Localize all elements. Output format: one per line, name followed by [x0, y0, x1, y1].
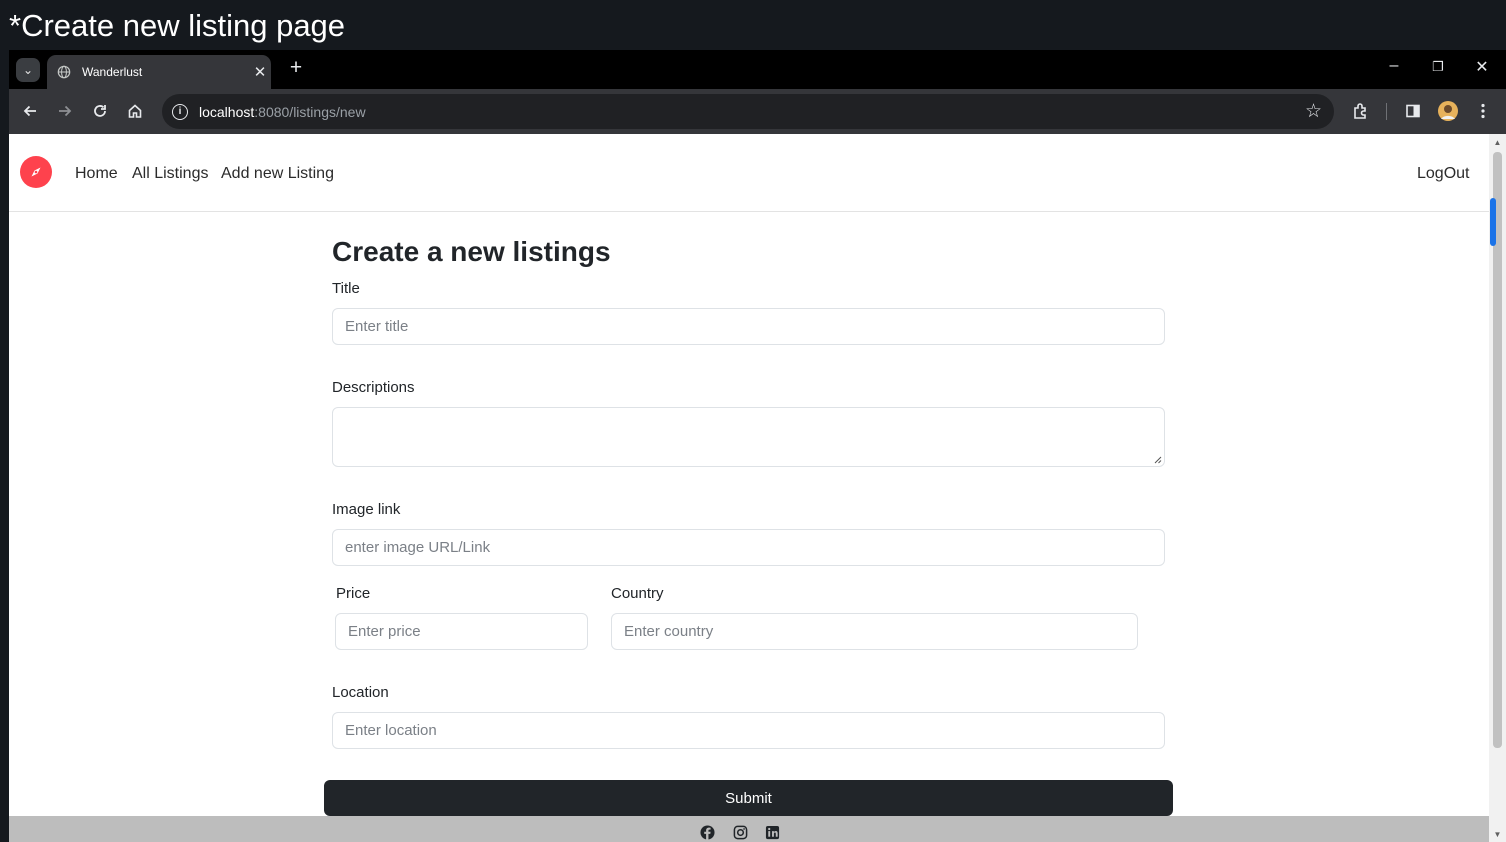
address-bar[interactable]: i localhost :8080/listings/new ☆	[162, 94, 1334, 129]
back-icon[interactable]	[18, 99, 42, 123]
home-icon[interactable]	[123, 99, 147, 123]
nav-link-add-new-listing[interactable]: Add new Listing	[221, 165, 334, 183]
url-host: localhost	[199, 103, 255, 120]
nav-link-all-listings[interactable]: All Listings	[132, 165, 208, 183]
country-input[interactable]: Enter country	[611, 613, 1138, 650]
location-label: Location	[332, 684, 389, 701]
toolbar-divider	[1386, 103, 1387, 120]
tab-close-icon[interactable]: ✕	[249, 63, 271, 81]
browser-window: ⌄ Wanderlust ✕ + – ❐ ✕ i localhost:8080…	[9, 50, 1506, 842]
profile-avatar[interactable]	[1436, 99, 1460, 123]
tab-strip: ⌄ Wanderlust ✕ + – ❐ ✕	[9, 50, 1506, 89]
page-title: Create a new listings	[332, 236, 611, 267]
tab-search-button[interactable]: ⌄	[16, 58, 40, 82]
facebook-icon[interactable]	[700, 825, 715, 840]
browser-toolbar: i localhost :8080/listings/new ☆	[9, 89, 1506, 134]
side-panel-icon[interactable]	[1401, 99, 1425, 123]
price-input[interactable]: Enter price	[335, 613, 588, 650]
scroll-up-arrow-icon[interactable]: ▲	[1493, 138, 1502, 147]
price-label: Price	[336, 585, 371, 602]
compass-logo-icon[interactable]	[20, 156, 52, 188]
linkedin-icon[interactable]	[765, 825, 780, 840]
logout-link[interactable]: LogOut	[1417, 165, 1469, 183]
extensions-icon[interactable]	[1349, 99, 1373, 123]
globe-icon	[57, 65, 71, 79]
reload-icon[interactable]	[88, 99, 112, 123]
resize-handle-icon[interactable]	[1154, 456, 1162, 464]
description-textarea[interactable]	[332, 407, 1165, 467]
new-tab-button[interactable]: +	[285, 56, 307, 80]
scroll-position-indicator	[1490, 198, 1496, 246]
url-path: :8080/listings/new	[254, 103, 366, 120]
minimize-button[interactable]: –	[1379, 57, 1409, 75]
title-label: Title	[332, 280, 360, 297]
image-link-label: Image link	[332, 501, 401, 518]
submit-button[interactable]: Submit	[324, 780, 1173, 816]
site-navbar: Home All Listings Add new Listing LogOut	[9, 134, 1489, 212]
forward-icon[interactable]	[53, 99, 77, 123]
instagram-icon[interactable]	[733, 825, 748, 840]
close-window-button[interactable]: ✕	[1467, 57, 1497, 77]
nav-link-home[interactable]: Home	[75, 165, 118, 183]
web-page: Home All Listings Add new Listing LogOut…	[9, 134, 1489, 842]
title-input[interactable]: Enter title	[332, 308, 1165, 345]
maximize-button[interactable]: ❐	[1423, 59, 1453, 75]
browser-tab[interactable]: Wanderlust ✕	[47, 55, 271, 89]
screenshot-caption: *Create new listing page	[9, 8, 346, 43]
image-url-input[interactable]: enter image URL/Link	[332, 529, 1165, 566]
bookmark-star-icon[interactable]: ☆	[1305, 100, 1322, 123]
description-label: Descriptions	[332, 379, 415, 396]
tab-title: Wanderlust	[82, 65, 143, 79]
browser-menu-icon[interactable]	[1471, 99, 1495, 123]
site-footer	[9, 816, 1489, 842]
country-label: Country	[611, 585, 664, 602]
site-info-icon[interactable]: i	[172, 103, 188, 120]
scroll-down-arrow-icon[interactable]: ▼	[1493, 830, 1502, 839]
location-input[interactable]: Enter location	[332, 712, 1165, 749]
